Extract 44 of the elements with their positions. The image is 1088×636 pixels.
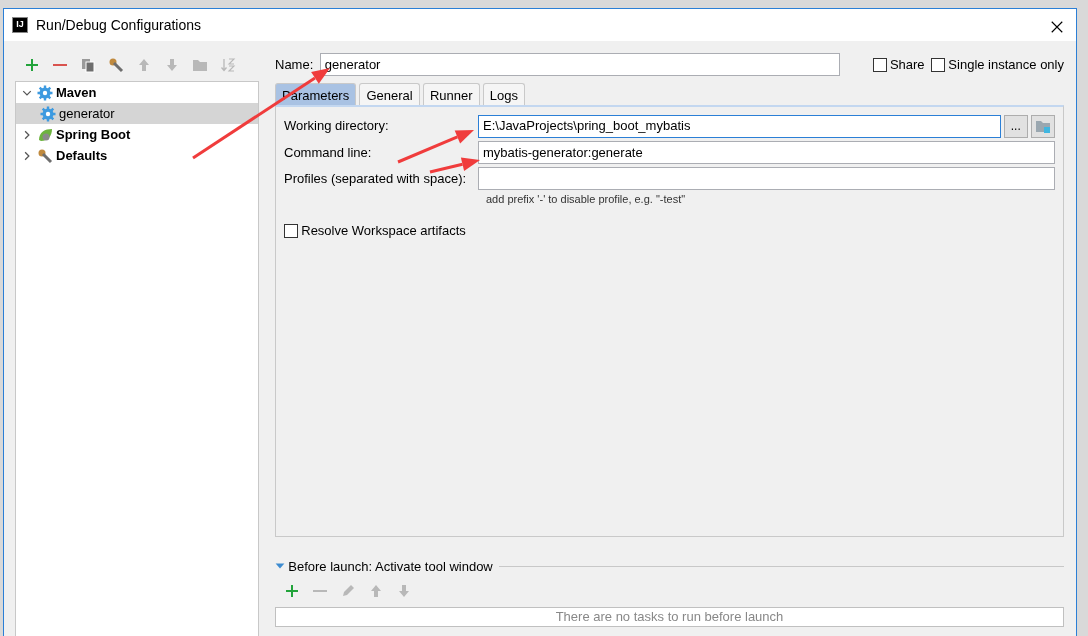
- folder-button[interactable]: [1031, 114, 1055, 138]
- tree-item[interactable]: Defaults: [16, 145, 258, 166]
- expand-icon: [22, 150, 32, 161]
- minus-icon: [53, 64, 67, 66]
- sort-icon: [220, 57, 236, 73]
- browse-button[interactable]: ...: [1003, 114, 1028, 138]
- empty-list-message: There are no tasks to run before launch: [275, 606, 1064, 627]
- name-field[interactable]: generator: [319, 53, 840, 76]
- plus-icon: [284, 583, 300, 600]
- down-arrow-icon: [164, 57, 180, 73]
- copy-icon: [80, 57, 96, 73]
- plus-icon: [24, 57, 40, 73]
- up-arrow-icon: [136, 57, 152, 73]
- window-title: Run/Debug Configurations: [36, 15, 201, 35]
- section-title: Before launch: Activate tool window: [288, 557, 493, 576]
- wrench-icon: [37, 147, 53, 164]
- checkbox[interactable]: Share: [872, 54, 925, 75]
- tree-item[interactable]: Maven: [16, 82, 258, 103]
- checkbox[interactable]: Single instance only: [931, 54, 1064, 75]
- expand-icon: [22, 129, 32, 140]
- up-arrow-icon: [368, 583, 384, 600]
- gear-icon: [40, 105, 56, 122]
- field-label: Working directory:: [284, 118, 389, 134]
- close-icon: [1050, 19, 1064, 34]
- field-label: Profiles (separated with space):: [284, 170, 467, 186]
- minus-icon: [313, 590, 327, 593]
- checkbox[interactable]: Resolve Workspace artifacts: [284, 220, 1055, 241]
- gear-icon: [37, 84, 53, 101]
- input-field[interactable]: mybatis-generator:generate: [478, 140, 1055, 164]
- wrench-icon: [108, 57, 124, 73]
- tree-item[interactable]: Spring Boot: [16, 124, 258, 145]
- tab[interactable]: General: [359, 82, 420, 105]
- hint-text: add prefix '-' to disable profile, e.g. "-test": [486, 192, 687, 208]
- folder-icon: [1035, 118, 1051, 134]
- tab[interactable]: Logs: [482, 82, 526, 105]
- field-label: Command line:: [284, 144, 372, 160]
- tree-item[interactable]: generator: [16, 103, 258, 124]
- leaf-icon: [37, 126, 53, 143]
- input-field[interactable]: [478, 167, 1055, 190]
- tab[interactable]: Runner: [422, 82, 480, 105]
- input-field[interactable]: E:\JavaProjects\pring_boot_mybatis: [478, 114, 1001, 138]
- folder-icon: [192, 57, 208, 73]
- name-label: Name:: [275, 55, 314, 74]
- app-logo: IJ: [12, 17, 28, 33]
